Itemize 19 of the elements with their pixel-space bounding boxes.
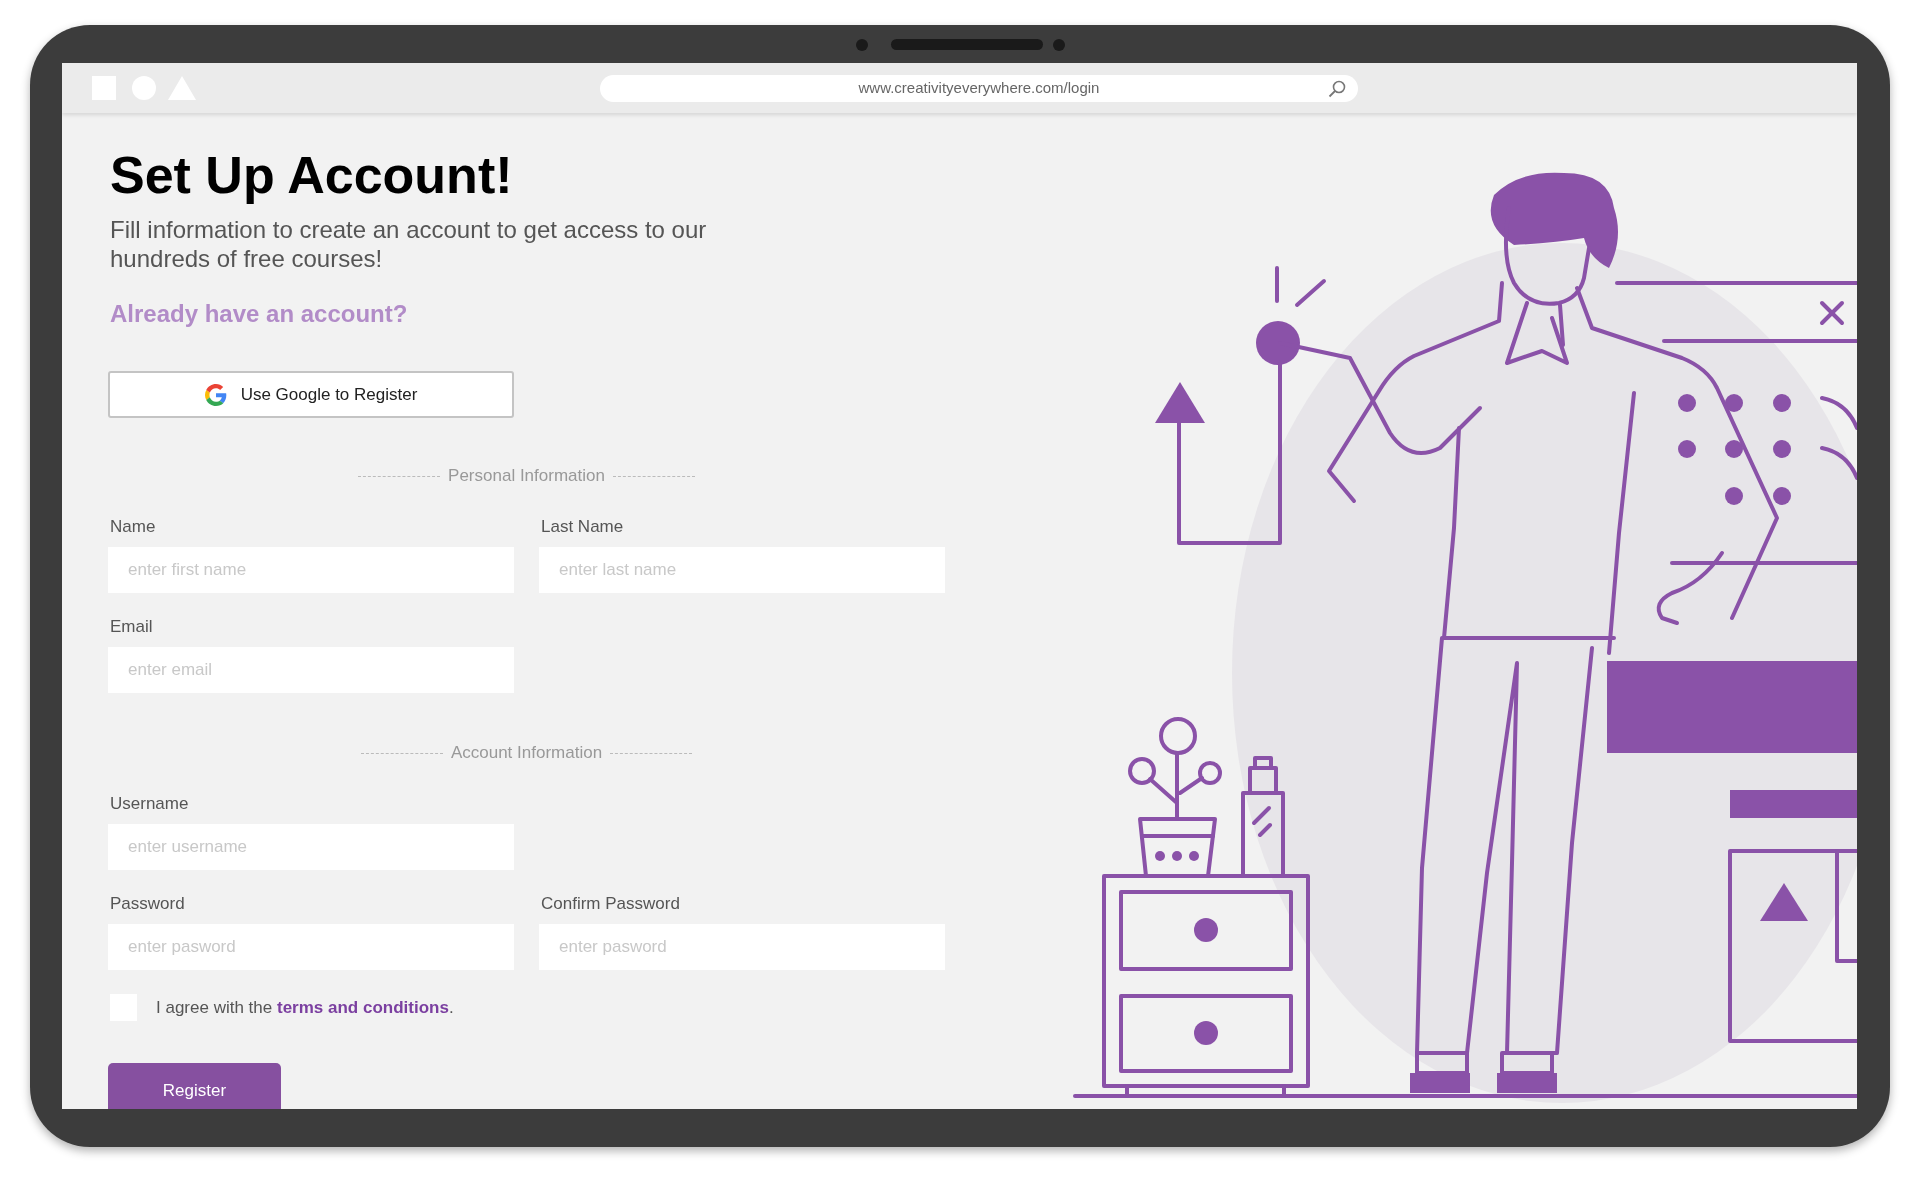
page-heading: Set Up Account! — [110, 145, 513, 205]
search-icon[interactable] — [1328, 79, 1346, 98]
section-heading: Account Information — [450, 743, 603, 763]
address-bar[interactable]: www.creativityeverywhere.com/login — [600, 74, 1358, 102]
terms-link[interactable]: terms and conditions — [276, 997, 449, 1017]
page-subtitle: Fill information to create an account to get access to our hundreds of free courses! — [110, 215, 708, 273]
url-text: www.creativityeverywhere.com/login — [858, 77, 1100, 98]
agreement-text: I agree with the terms and conditions. — [156, 996, 454, 1019]
field-label: Email — [110, 617, 154, 637]
google-register-button[interactable]: Use Google to Register — [108, 371, 514, 418]
field-label: Password — [110, 894, 186, 914]
field-label: Username — [110, 794, 190, 814]
section-heading: Personal Information — [448, 466, 605, 486]
field-label: Name — [110, 517, 157, 537]
register-button[interactable]: Register — [108, 1063, 281, 1109]
google-icon — [204, 383, 227, 406]
field-label: Confirm Password — [541, 894, 681, 914]
field-label: Last Name — [541, 517, 625, 537]
speaker-slot-icon — [891, 39, 1043, 50]
